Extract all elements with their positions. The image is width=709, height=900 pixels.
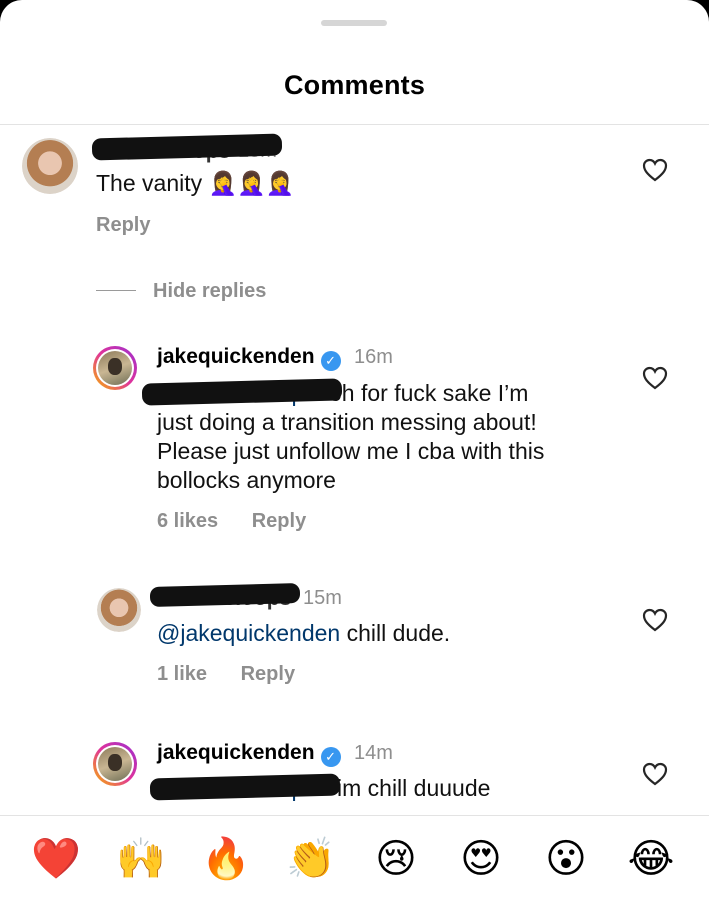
reply-username[interactable]: jakequickenden ✓	[157, 345, 341, 371]
reply-actions: 6 likes Reply	[157, 510, 334, 533]
comments-sheet: Comments sammieloops 15m The vanity 🤦‍♀️…	[0, 0, 709, 900]
crying-face-emoji-button[interactable]: 😢	[368, 835, 424, 883]
reply-text: @jakequickenden chill dude.	[157, 620, 451, 646]
reply-time: 15m	[303, 587, 342, 609]
reply-actions: 1 like Reply	[157, 663, 323, 686]
avatar-photo	[22, 138, 78, 194]
tears-of-joy-emoji-button[interactable]: 😂	[623, 835, 679, 883]
reply-time: 16m	[354, 346, 393, 368]
heart-icon[interactable]	[642, 366, 668, 390]
hide-replies-line	[96, 290, 136, 291]
comment-text: The vanity 🤦‍♀️🤦‍♀️🤦‍♀️	[96, 170, 295, 196]
avatar[interactable]	[93, 742, 137, 786]
surprised-face-emoji-button[interactable]: 😮	[538, 835, 594, 883]
heart-icon[interactable]	[642, 608, 668, 632]
reply-button[interactable]: Reply	[241, 663, 295, 685]
reply-time: 14m	[354, 742, 393, 764]
reply-username[interactable]: jakequickenden ✓	[157, 741, 341, 767]
comment-actions: Reply	[96, 214, 178, 237]
avatar[interactable]	[93, 346, 137, 390]
reply-button[interactable]: Reply	[96, 214, 150, 236]
red-heart-emoji-button[interactable]: ❤️	[28, 835, 84, 883]
emoji-reaction-bar: ❤️ 🙌 🔥 👏 😢 😍 😮 😂	[0, 835, 709, 895]
avatar-photo	[98, 747, 132, 781]
header-divider	[0, 124, 709, 125]
redaction-mark	[149, 583, 301, 607]
heart-icon[interactable]	[642, 762, 668, 786]
verified-badge-icon: ✓	[320, 747, 341, 767]
heart-eyes-emoji-button[interactable]: 😍	[453, 835, 509, 883]
emoji-bar-divider	[0, 815, 709, 816]
raising-hands-emoji-button[interactable]: 🙌	[113, 835, 169, 883]
hide-replies-button[interactable]: Hide replies	[153, 280, 266, 303]
drag-handle[interactable]	[321, 20, 387, 26]
clapping-hands-emoji-button[interactable]: 👏	[283, 835, 339, 883]
likes-count[interactable]: 6 likes	[157, 510, 218, 532]
likes-count[interactable]: 1 like	[157, 663, 207, 685]
fire-emoji-button[interactable]: 🔥	[198, 835, 254, 883]
avatar-photo	[97, 588, 141, 632]
avatar[interactable]	[22, 138, 78, 194]
avatar[interactable]	[97, 588, 141, 632]
reply-button[interactable]: Reply	[252, 510, 306, 532]
heart-icon[interactable]	[642, 158, 668, 182]
verified-badge-icon: ✓	[320, 351, 341, 371]
page-title: Comments	[283, 70, 426, 100]
mention-link[interactable]: @jakequickenden	[157, 620, 340, 646]
avatar-photo	[98, 351, 132, 385]
